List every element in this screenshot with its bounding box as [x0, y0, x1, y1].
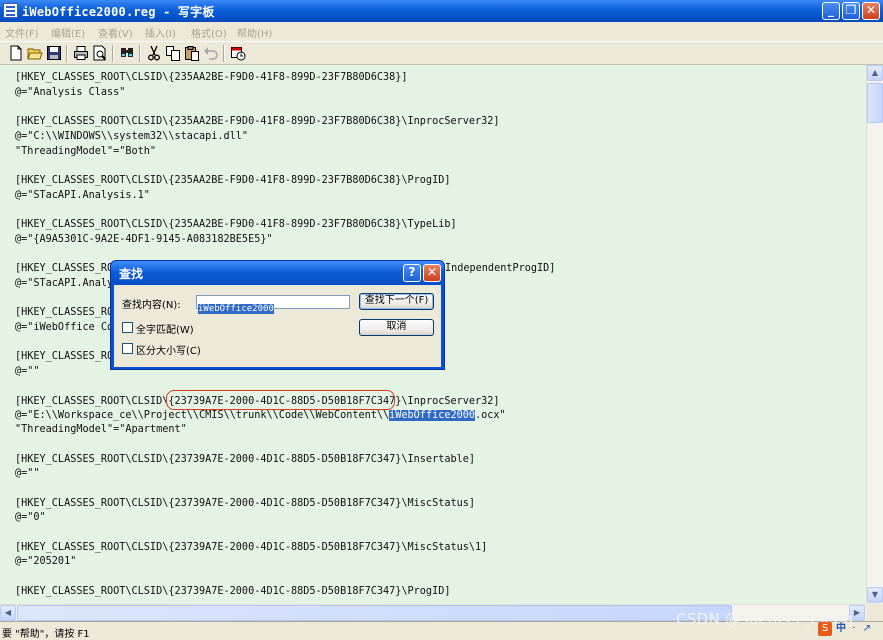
toolbar-separator [112, 45, 114, 62]
text-line: [HKEY_CLASSES_RO [15, 351, 114, 362]
cut-icon[interactable] [146, 45, 162, 61]
ime-s-icon[interactable]: S [818, 622, 832, 636]
find-dialog-title: 查找 [119, 267, 144, 281]
text-line: "ThreadingModel"="Both" [15, 146, 157, 157]
close-button[interactable]: ✕ [862, 2, 880, 20]
menu-insert[interactable]: 插入(I) [145, 25, 176, 40]
text-line: [HKEY_CLASSES_ROO [15, 263, 120, 274]
text-line: [HKEY_CLASSES_RO [15, 307, 114, 318]
print-icon[interactable] [73, 45, 89, 61]
toolbar-separator [139, 45, 141, 62]
find-icon[interactable] [119, 45, 135, 61]
horizontal-scroll-thumb[interactable] [17, 605, 732, 621]
find-dialog: 查找 ? ✕ 查找内容(N): iWebOffice2000 查找下一个(F) … [110, 260, 445, 370]
dialog-close-icon[interactable]: ✕ [423, 264, 441, 282]
scroll-up-arrow-icon[interactable]: ▲ [867, 65, 883, 81]
open-folder-icon[interactable] [27, 45, 43, 61]
text-line: [HKEY_CLASSES_ROOT\CLSID\{23739A7E-2000-… [15, 542, 488, 553]
cancel-button[interactable]: 取消 [359, 319, 434, 336]
menu-edit[interactable]: 编辑(E) [51, 25, 85, 40]
insert-datetime-icon[interactable] [230, 45, 246, 61]
find-dialog-title-bar[interactable]: 查找 ? ✕ [111, 261, 444, 285]
text-line: [HKEY_CLASSES_ROOT\CLSID\{235AA2BE-F9D0-… [15, 175, 451, 186]
toolbar [0, 41, 883, 65]
save-icon[interactable] [46, 45, 62, 61]
match-case-label: 区分大小写(C) [136, 346, 201, 357]
find-next-button[interactable]: 查找下一个(F) [359, 293, 434, 310]
text-line: [HKEY_CLASSES_ROOT\CLSID\{23739A7E-2000-… [15, 454, 476, 465]
menu-file[interactable]: 文件(F) [5, 25, 39, 40]
new-document-icon[interactable] [8, 45, 24, 61]
undo-icon[interactable] [203, 45, 219, 61]
status-text: 要 "帮助"，请按 F1 [2, 629, 90, 640]
text-line: @="205201" [15, 556, 77, 567]
find-dialog-body: 查找内容(N): iWebOffice2000 查找下一个(F) 取消 全字匹配… [114, 285, 441, 367]
find-what-value: iWebOffice2000 [198, 304, 274, 314]
scroll-down-arrow-icon[interactable]: ▼ [867, 587, 883, 603]
ime-dot-icon[interactable]: · [849, 622, 859, 636]
text-line: [HKEY_CLASSES_ROOT\CLSID\{235AA2BE-F9D0-… [15, 219, 457, 230]
vertical-scroll-thumb[interactable] [867, 83, 883, 123]
help-icon[interactable]: ? [403, 264, 421, 282]
text-line: [HKEY_CLASSES_ROOT\CLSID\{235AA2BE-F9D0-… [15, 116, 500, 127]
minimize-button[interactable]: _ [822, 2, 840, 20]
ime-chinese-icon[interactable]: 中 [834, 622, 848, 636]
text-line-fragment: IndependentProgID] [445, 263, 556, 274]
ime-tool-icon[interactable]: ↗ [860, 622, 874, 636]
menu-format[interactable]: 格式(O) [191, 25, 227, 40]
toolbar-separator [66, 45, 68, 62]
text-line: "ThreadingModel"="Apartment" [15, 424, 187, 435]
text-line: @="{A9A5301C-9A2E-4DF1-9145-A083182BE5E5… [15, 234, 273, 245]
text-line: [HKEY_CLASSES_ROOT\CLSID\{23739A7E-2000-… [15, 586, 451, 597]
match-case-checkbox[interactable] [122, 343, 133, 354]
menu-help[interactable]: 帮助(H) [237, 25, 272, 40]
wordpad-icon [3, 3, 18, 18]
copy-icon[interactable] [165, 45, 181, 61]
find-what-label: 查找内容(N): [122, 300, 181, 311]
match-whole-word-checkbox[interactable] [122, 322, 133, 333]
window-title: iWebOffice2000.reg - 写字板 [22, 5, 215, 19]
text-line: @="" [15, 468, 40, 479]
vertical-scrollbar[interactable]: ▲ ▼ [866, 65, 883, 604]
maximize-button[interactable]: ❐ [842, 2, 860, 20]
print-preview-icon[interactable] [92, 45, 108, 61]
menu-view[interactable]: 查看(V) [98, 25, 133, 40]
text-line: @="" [15, 366, 40, 377]
red-annotation-circle [166, 390, 395, 410]
text-line: [HKEY_CLASSES_ROOT\CLSID\{235AA2BE-F9D0-… [15, 72, 408, 83]
text-line-highlighted: @="E:\\Workspace_ce\\Project\\CMIS\\trun… [15, 410, 506, 421]
text-line: @="STacAPI.Analysis.1" [15, 190, 150, 201]
text-line: @="STacAPI.Analy [15, 278, 114, 289]
text-line: [HKEY_CLASSES_ROOT\CLSID\{23739A7E-2000-… [15, 498, 476, 509]
match-whole-word-label: 全字匹配(W) [136, 325, 194, 336]
text-line: @="Analysis Class" [15, 87, 126, 98]
find-what-input[interactable]: iWebOffice2000 [196, 295, 350, 314]
text-line: @="C:\\WINDOWS\\system32\\stacapi.dll" [15, 131, 249, 142]
toolbar-separator [223, 45, 225, 62]
search-match-highlight: iWebOffice2000 [389, 410, 476, 421]
paste-icon[interactable] [184, 45, 200, 61]
scroll-left-arrow-icon[interactable]: ◀ [0, 605, 16, 621]
menu-bar: 文件(F) 编辑(E) 查看(V) 插入(I) 格式(O) 帮助(H) [0, 22, 883, 41]
text-line: @="iWebOffice Co [15, 322, 114, 333]
title-bar: iWebOffice2000.reg - 写字板 _ ❐ ✕ [0, 0, 883, 22]
text-line: @="0" [15, 512, 46, 523]
